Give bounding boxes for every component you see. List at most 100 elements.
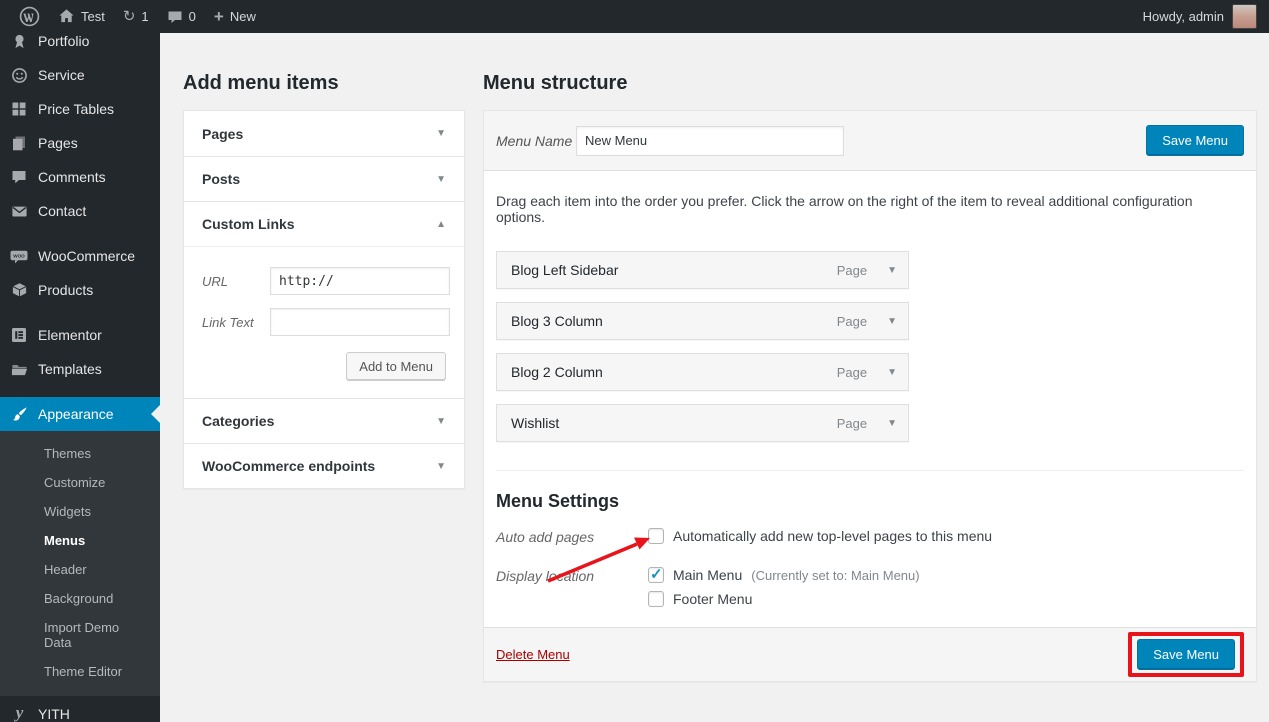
menu-item-wishlist[interactable]: Wishlist Page ▼ — [496, 404, 909, 442]
woocommerce-icon: WOO — [9, 248, 29, 265]
delete-menu-link[interactable]: Delete Menu — [496, 647, 570, 662]
menu-structure-title: Menu structure — [483, 71, 1257, 95]
accordion-section-pages[interactable]: Pages ▼ — [184, 111, 464, 156]
accordion-section-categories[interactable]: Categories ▼ — [184, 398, 464, 443]
display-location-row: Display location Main Menu (Currently se… — [496, 567, 1244, 607]
menu-structure-body: Drag each item into the order you prefer… — [484, 171, 1256, 627]
auto-add-pages-row: Auto add pages Automatically add new top… — [496, 528, 1244, 552]
sidebar-item-appearance[interactable]: Appearance — [0, 397, 160, 431]
new-content-menu-item[interactable]: + New — [205, 0, 265, 33]
submenu-item-import-demo-data[interactable]: Import Demo Data — [0, 613, 160, 657]
sidebar-item-price-tables[interactable]: Price Tables — [0, 92, 160, 126]
award-icon — [9, 33, 29, 50]
menu-item-label: Blog 2 Column — [511, 364, 603, 380]
sidebar-item-service[interactable]: Service — [0, 58, 160, 92]
sidebar-item-label: Products — [38, 282, 93, 298]
active-item-notch — [151, 405, 160, 423]
svg-text:WOO: WOO — [13, 253, 25, 258]
save-menu-button-top[interactable]: Save Menu — [1146, 125, 1244, 156]
chevron-down-icon[interactable]: ▼ — [887, 316, 897, 327]
sidebar-item-templates[interactable]: Templates — [0, 352, 160, 386]
plus-icon: + — [214, 8, 224, 25]
submenu-item-menus[interactable]: Menus — [0, 526, 160, 555]
submenu-item-theme-editor[interactable]: Theme Editor — [0, 657, 160, 686]
menu-actions-bar: Delete Menu Save Menu — [484, 627, 1256, 681]
display-location-label: Display location — [496, 567, 648, 607]
pages-icon — [9, 135, 29, 151]
add-menu-items-column: Add menu items Pages ▼ Posts ▼ Custom Li… — [183, 71, 465, 489]
section-label: Categories — [202, 413, 274, 429]
sidebar-item-pages[interactable]: Pages — [0, 126, 160, 160]
sidebar-item-label: Templates — [38, 361, 102, 377]
accordion-section-posts[interactable]: Posts ▼ — [184, 156, 464, 201]
add-menu-items-title: Add menu items — [183, 71, 465, 95]
link-text-input[interactable] — [270, 308, 450, 336]
sidebar-item-label: Elementor — [38, 327, 102, 343]
auto-add-pages-text: Automatically add new top-level pages to… — [673, 528, 992, 544]
submenu-item-customize[interactable]: Customize — [0, 468, 160, 497]
sidebar-item-contact[interactable]: Contact — [0, 194, 160, 228]
menu-structure-column: Menu structure Menu Name Save Menu Drag … — [483, 71, 1257, 682]
sidebar-item-products[interactable]: Products — [0, 273, 160, 307]
sidebar-item-label: Portfolio — [38, 33, 89, 49]
comment-icon — [167, 9, 183, 25]
submenu-item-widgets[interactable]: Widgets — [0, 497, 160, 526]
envelope-icon — [9, 203, 29, 220]
save-menu-highlight-annotation: Save Menu — [1128, 632, 1244, 677]
drag-instruction-text: Drag each item into the order you prefer… — [496, 193, 1244, 225]
add-to-menu-button[interactable]: Add to Menu — [346, 352, 446, 380]
main-menu-checkbox[interactable] — [648, 567, 664, 583]
home-icon — [58, 8, 75, 25]
admin-sidebar: Portfolio Service Price Tables — [0, 33, 160, 722]
sidebar-item-comments[interactable]: Comments — [0, 160, 160, 194]
menu-editor-panel: Menu Name Save Menu Drag each item into … — [483, 110, 1257, 682]
chevron-down-icon[interactable]: ▼ — [887, 265, 897, 276]
account-menu-item[interactable]: Howdy, admin — [1143, 0, 1269, 33]
submenu-item-background[interactable]: Background — [0, 584, 160, 613]
sidebar-item-elementor[interactable]: Elementor — [0, 318, 160, 352]
save-menu-button-bottom[interactable]: Save Menu — [1137, 639, 1235, 670]
menu-item-blog-2-column[interactable]: Blog 2 Column Page ▼ — [496, 353, 909, 391]
wordpress-logo-icon[interactable] — [10, 0, 49, 33]
new-label: New — [230, 9, 256, 24]
menu-item-blog-3-column[interactable]: Blog 3 Column Page ▼ — [496, 302, 909, 340]
custom-links-panel: URL Link Text Add to Menu — [184, 246, 464, 398]
sidebar-item-yith[interactable]: y YITH — [0, 696, 160, 722]
link-text-label: Link Text — [202, 315, 270, 330]
elementor-icon — [9, 327, 29, 343]
sidebar-item-label: Contact — [38, 203, 86, 219]
chevron-down-icon[interactable]: ▼ — [887, 367, 897, 378]
submenu-item-header[interactable]: Header — [0, 555, 160, 584]
menu-name-input[interactable] — [576, 126, 844, 156]
chevron-down-icon[interactable]: ▼ — [887, 418, 897, 429]
sidebar-item-portfolio[interactable]: Portfolio — [0, 33, 160, 58]
comments-menu-item[interactable]: 0 — [158, 0, 205, 33]
menu-item-type: Page — [837, 365, 867, 380]
sidebar-item-woocommerce[interactable]: WOO WooCommerce — [0, 239, 160, 273]
section-label: WooCommerce endpoints — [202, 458, 375, 474]
menu-settings-title: Menu Settings — [496, 491, 1244, 512]
admin-bar: Test ↻ 1 0 + New Howdy, admin — [0, 0, 1269, 33]
sidebar-item-label: Appearance — [38, 406, 114, 422]
menu-item-type: Page — [837, 263, 867, 278]
menu-item-blog-left-sidebar[interactable]: Blog Left Sidebar Page ▼ — [496, 251, 909, 289]
url-input[interactable] — [270, 267, 450, 295]
section-label: Custom Links — [202, 216, 295, 232]
sidebar-item-label: YITH — [38, 706, 70, 722]
site-menu-item[interactable]: Test — [49, 0, 114, 33]
smiley-icon — [9, 67, 29, 84]
chevron-up-icon: ▲ — [436, 219, 446, 230]
grid-icon — [9, 101, 29, 117]
auto-add-pages-checkbox[interactable] — [648, 528, 664, 544]
accordion-section-custom-links[interactable]: Custom Links ▲ — [184, 201, 464, 246]
accordion-section-woocommerce-endpoints[interactable]: WooCommerce endpoints ▼ — [184, 443, 464, 488]
footer-menu-checkbox[interactable] — [648, 591, 664, 607]
menu-item-type: Page — [837, 416, 867, 431]
site-name: Test — [81, 9, 105, 24]
menu-item-label: Wishlist — [511, 415, 559, 431]
submenu-item-themes[interactable]: Themes — [0, 439, 160, 468]
updates-menu-item[interactable]: ↻ 1 — [114, 0, 158, 33]
section-label: Pages — [202, 126, 243, 142]
sidebar-item-label: Comments — [38, 169, 106, 185]
main-menu-note: (Currently set to: Main Menu) — [751, 568, 919, 583]
